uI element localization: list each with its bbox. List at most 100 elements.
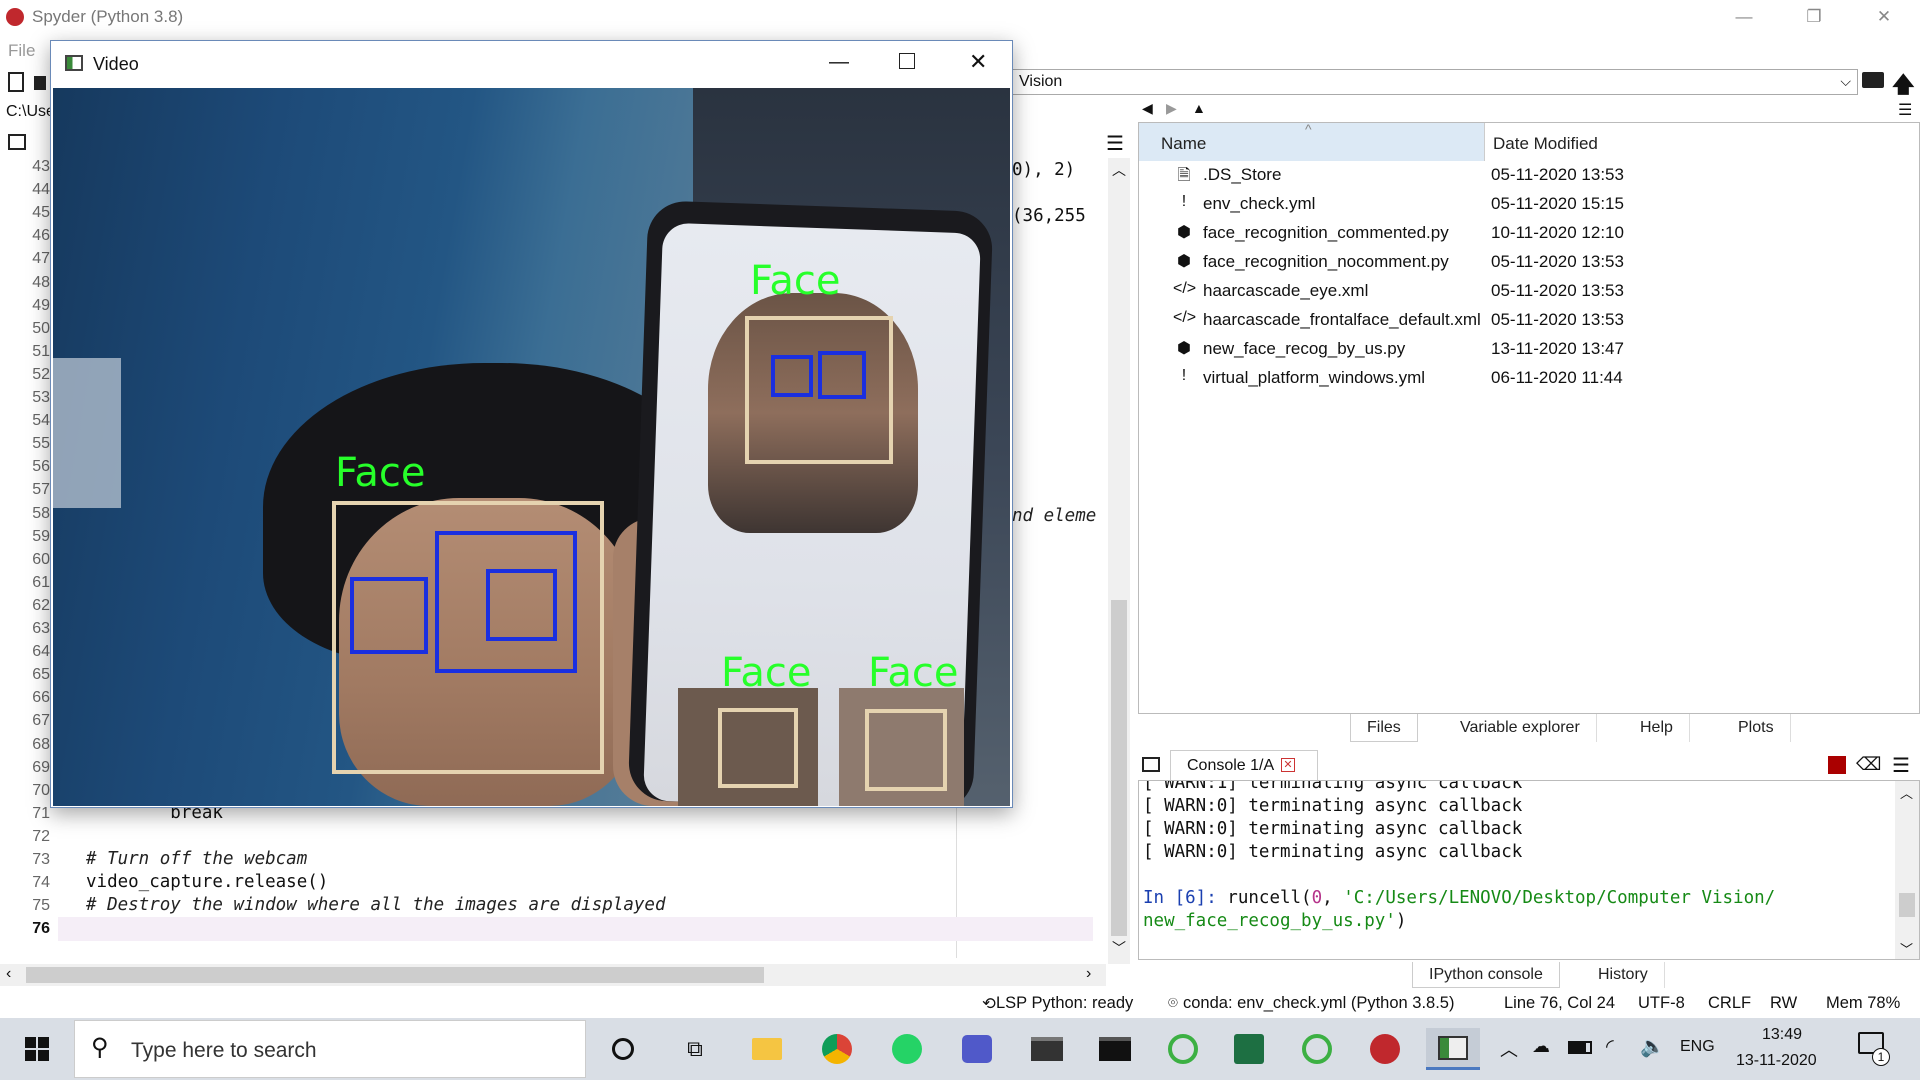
video-window-taskbar[interactable] [1426, 1028, 1480, 1070]
file-row[interactable]: ⬢ new_face_recog_by_us.py 13-11-2020 13:47 [1139, 335, 1919, 364]
terminal-taskbar[interactable] [1020, 1028, 1074, 1070]
spyder-taskbar[interactable] [1358, 1028, 1412, 1070]
video-window-title: Video [93, 54, 139, 74]
lsp-status[interactable]: LSP Python: ready [996, 994, 1133, 1013]
volume-icon[interactable]: 🔈 [1640, 1034, 1665, 1059]
scroll-left-icon[interactable]: ‹ [6, 965, 11, 983]
minimize-button[interactable]: — [1712, 0, 1776, 34]
whatsapp-taskbar[interactable] [880, 1028, 934, 1070]
wifi-icon[interactable]: ◜ [1606, 1034, 1614, 1059]
editor-panel-icon[interactable] [8, 134, 26, 150]
anaconda-prompt-taskbar[interactable] [1290, 1028, 1344, 1070]
console-scroll-down-icon[interactable]: ﹀ [1900, 939, 1913, 958]
files-options-menu-icon[interactable]: ☰ [1898, 100, 1912, 120]
line-number: 58 [32, 504, 50, 522]
file-row[interactable]: ! virtual_platform_windows.yml 06-11-2020 … [1139, 364, 1919, 393]
browse-folder-icon[interactable] [1862, 72, 1884, 88]
maximize-button[interactable]: ❐ [1782, 0, 1846, 34]
scrollbar-thumb[interactable] [1111, 600, 1127, 936]
clock-date[interactable]: 13-11-2020 [1736, 1052, 1817, 1070]
open-file-icon[interactable] [34, 76, 46, 90]
hscrollbar-thumb[interactable] [26, 967, 764, 983]
console-command-arg-number: 0 [1311, 888, 1323, 908]
show-hidden-icons[interactable]: ︿ [1500, 1036, 1518, 1062]
taskbar-search-box[interactable]: ⚲ Type here to search [74, 1020, 586, 1078]
cortana-icon [612, 1038, 634, 1060]
tab-variable-explorer[interactable]: Variable explorer [1444, 714, 1597, 742]
tab-ipython-console[interactable]: IPython console [1412, 962, 1560, 988]
interrupt-kernel-icon[interactable] [1828, 756, 1846, 774]
console-vertical-scrollbar[interactable]: ︿ ﹀ [1895, 781, 1919, 959]
column-header-date[interactable]: Date Modified [1485, 123, 1919, 161]
video-window[interactable]: Video — ✕ Face Face Face Face [50, 40, 1013, 808]
editor-horizontal-scrollbar[interactable]: ‹ › [0, 964, 1106, 986]
console-panel-icon[interactable] [1142, 757, 1160, 772]
editor-options-menu-icon[interactable]: ☰ [1106, 131, 1124, 156]
up-icon[interactable]: ▲ [1192, 100, 1206, 116]
file-row[interactable]: ⬢ face_recognition_nocomment.py 05-11-2020… [1139, 248, 1919, 277]
teams-taskbar[interactable] [950, 1028, 1004, 1070]
video-close-button[interactable]: ✕ [969, 49, 987, 75]
console-command-sep: , [1322, 888, 1344, 908]
console-scroll-up-icon[interactable]: ︿ [1900, 783, 1913, 802]
editor-vertical-scrollbar[interactable]: ︿ ﹀ [1108, 158, 1130, 964]
file-explorer-taskbar[interactable] [740, 1028, 794, 1070]
console-options-menu-icon[interactable]: ☰ [1892, 753, 1910, 778]
task-view-button[interactable]: ⧉ [668, 1028, 722, 1070]
folder-icon [752, 1038, 782, 1060]
console-tab-close-icon[interactable]: ✕ [1281, 758, 1295, 772]
spyder-window: Spyder (Python 3.8) — ❐ ✕ File Vision ⌵ … [0, 0, 1920, 1018]
line-number: 43 [32, 158, 50, 175]
clear-console-icon[interactable]: ⌫ [1856, 754, 1881, 775]
forward-icon[interactable]: ▶ [1166, 100, 1177, 117]
line-number: 50 [32, 319, 50, 337]
file-row[interactable]: </> haarcascade_frontalface_default.xml 05… [1139, 306, 1919, 335]
eye-box [818, 351, 866, 399]
file-list: 🗎 .DS_Store 05-11-2020 13:53! env_check.yml… [1139, 161, 1919, 461]
chrome-taskbar[interactable] [810, 1028, 864, 1070]
back-icon[interactable]: ◀ [1142, 100, 1153, 117]
input-language[interactable]: ENG [1680, 1038, 1715, 1056]
battery-icon[interactable] [1568, 1041, 1592, 1054]
cortana-button[interactable] [596, 1028, 650, 1070]
tab-help[interactable]: Help [1624, 714, 1690, 742]
whatsapp-icon [892, 1034, 922, 1064]
console-scrollbar-thumb[interactable] [1899, 893, 1915, 917]
video-maximize-button[interactable] [899, 53, 915, 69]
clock-time[interactable]: 13:49 [1762, 1026, 1802, 1044]
menu-file[interactable]: File [8, 41, 35, 61]
file-explorer[interactable]: Name ^ Date Modified 🗎 .DS_Store 05-11-202… [1138, 121, 1920, 714]
python-icon: ⬢ [1177, 340, 1191, 357]
line-number: 56 [32, 458, 50, 476]
column-header-name[interactable]: Name ^ [1139, 121, 1485, 161]
tab-plots[interactable]: Plots [1722, 714, 1791, 742]
command-prompt-taskbar[interactable] [1088, 1028, 1142, 1070]
face-label: Face [868, 650, 959, 696]
ipython-console[interactable]: [ WARN:1] terminating async callback [ W… [1138, 780, 1920, 960]
file-encoding: UTF-8 [1638, 994, 1685, 1012]
close-button[interactable]: ✕ [1852, 0, 1916, 34]
tab-files[interactable]: Files [1350, 714, 1418, 742]
file-row[interactable]: ⬢ face_recognition_commented.py 10-11-2020… [1139, 219, 1919, 248]
conda-env[interactable]: conda: env_check.yml (Python 3.8.5) [1183, 994, 1454, 1013]
console-tab[interactable]: Console 1/A ✕ [1170, 750, 1318, 780]
working-directory-combobox[interactable]: Vision ⌵ [1010, 69, 1858, 95]
file-row[interactable]: </> haarcascade_eye.xml 05-11-2020 13:53 [1139, 277, 1919, 306]
video-title-bar[interactable]: Video — ✕ [51, 41, 1012, 87]
scroll-right-icon[interactable]: › [1086, 965, 1091, 983]
file-row[interactable]: ! env_check.yml 05-11-2020 15:15 [1139, 190, 1919, 219]
anaconda-taskbar[interactable] [1156, 1028, 1210, 1070]
onedrive-icon[interactable]: ☁ [1532, 1036, 1550, 1057]
line-number: 57 [32, 481, 50, 499]
excel-taskbar[interactable] [1222, 1028, 1276, 1070]
file-row[interactable]: 🗎 .DS_Store 05-11-2020 13:53 [1139, 161, 1919, 190]
video-minimize-button[interactable]: — [829, 51, 849, 74]
scroll-down-icon[interactable]: ﹀ [1112, 938, 1126, 958]
start-button[interactable] [10, 1028, 64, 1070]
scroll-up-icon[interactable]: ︿ [1112, 160, 1126, 180]
webcam-frame: Face Face Face Face [53, 88, 1010, 806]
xml-icon: </> [1173, 309, 1197, 326]
tab-history[interactable]: History [1582, 962, 1665, 988]
new-file-icon[interactable] [8, 72, 24, 92]
file-name: face_recognition_nocomment.py [1203, 252, 1449, 271]
